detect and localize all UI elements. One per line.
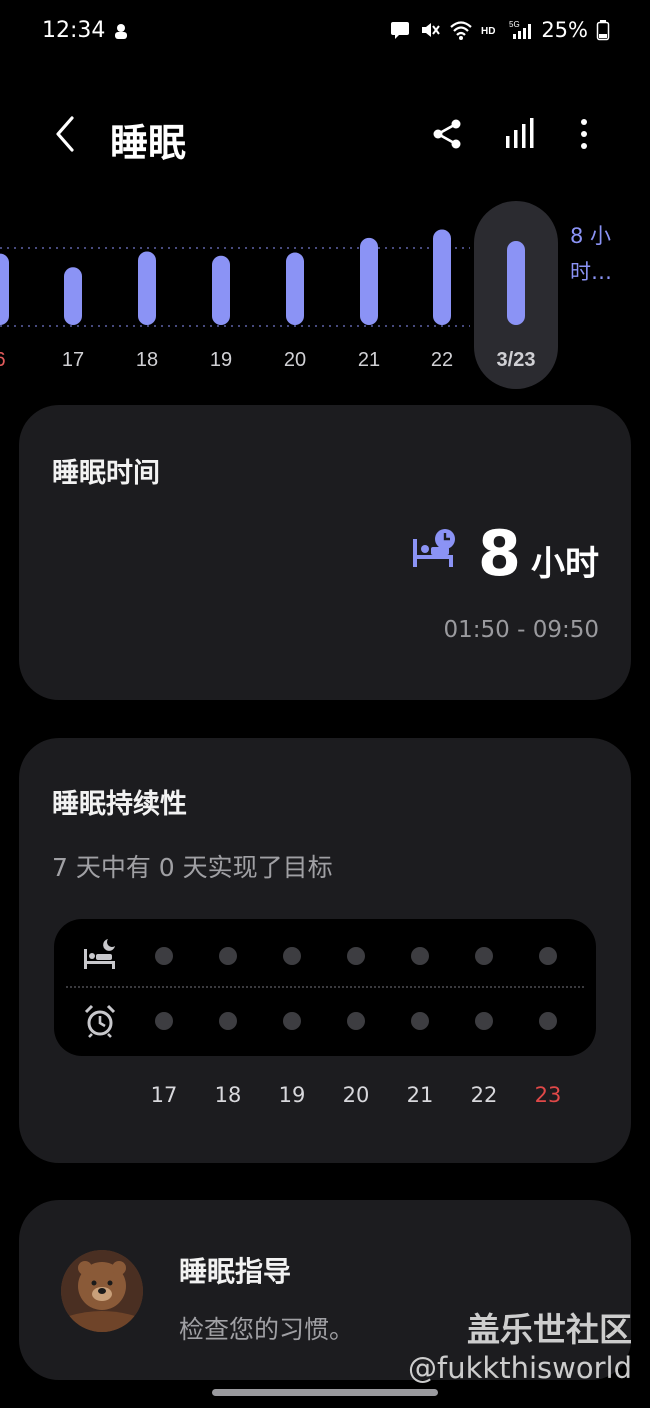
- share-icon[interactable]: [428, 114, 468, 154]
- consistency-day-label: 19: [278, 1083, 306, 1107]
- chart-day-label[interactable]: 17: [62, 349, 84, 371]
- sleep-duration-value: 8: [477, 517, 521, 590]
- chart-day-label[interactable]: 22: [431, 349, 453, 371]
- watermark-community: 盖乐世社区: [467, 1310, 632, 1349]
- status-time: 12:34: [42, 18, 106, 43]
- chart-icon[interactable]: [500, 114, 540, 154]
- status-bar: 12:34 HD 5G 25%: [0, 0, 650, 64]
- consistency-grid: [54, 919, 596, 1056]
- notification-icon: [115, 24, 127, 39]
- coaching-subtitle: 检查您的习惯。: [179, 1315, 355, 1344]
- consistency-title: 睡眠持续性: [52, 789, 187, 820]
- sleep-duration-unit: 小时: [531, 544, 599, 584]
- consistency-dot: [411, 1012, 429, 1030]
- back-icon[interactable]: [48, 114, 84, 154]
- chart-day-label[interactable]: 3/23: [497, 349, 536, 371]
- app-header: 睡眠: [0, 96, 650, 176]
- consistency-dot: [219, 947, 237, 965]
- sleep-bar-chart[interactable]: 6 17 18 19 20 21 22 3/23: [0, 200, 650, 390]
- sleep-bar[interactable]: [212, 255, 230, 325]
- watermark-user: @fukkthisworld: [408, 1351, 632, 1385]
- battery-percent: 25%: [541, 18, 588, 42]
- consistency-day-label: 23: [534, 1083, 562, 1107]
- sleep-time-card[interactable]: 睡眠时间 8 小时 01:50 - 09:50: [19, 405, 631, 700]
- sleep-bar[interactable]: [64, 267, 82, 325]
- sleep-bar[interactable]: [0, 253, 9, 325]
- consistency-dot: [347, 1012, 365, 1030]
- goal-label: 8 小时…: [570, 224, 612, 284]
- mute-icon: [422, 23, 441, 37]
- consistency-dot: [283, 1012, 301, 1030]
- chart-day-label[interactable]: 18: [136, 349, 158, 371]
- sleep-bar[interactable]: [286, 252, 304, 325]
- consistency-dot: [283, 947, 301, 965]
- wifi-icon: [450, 21, 473, 40]
- hd-icon: HD: [481, 26, 495, 37]
- message-icon: [391, 22, 410, 39]
- page-title: 睡眠: [110, 121, 187, 165]
- consistency-day-label: 22: [470, 1083, 498, 1107]
- signal-5g-icon: 5G: [509, 20, 532, 39]
- battery-icon: [596, 20, 610, 41]
- chart-day-label[interactable]: 21: [358, 349, 380, 371]
- sleep-bar[interactable]: [507, 241, 525, 325]
- bed-icon: [84, 939, 115, 969]
- consistency-dot: [347, 947, 365, 965]
- consistency-dot: [155, 1012, 173, 1030]
- sleep-duration: 8 小时: [478, 517, 599, 590]
- consistency-day-label: 20: [342, 1083, 370, 1107]
- svg-text:5G: 5G: [509, 20, 520, 29]
- row-separator: [66, 986, 584, 988]
- bear-icon: [61, 1250, 143, 1332]
- bed-clock-icon: [413, 529, 455, 567]
- consistency-dot: [219, 1012, 237, 1030]
- sleep-time-range: 01:50 - 09:50: [443, 617, 600, 643]
- sleep-consistency-card[interactable]: 睡眠持续性 7 天中有 0 天实现了目标 17 18 19 20 21 22 23: [19, 738, 631, 1163]
- coaching-title: 睡眠指导: [179, 1255, 292, 1288]
- sleep-bar[interactable]: [433, 229, 451, 325]
- chart-day-label[interactable]: 20: [284, 349, 306, 371]
- consistency-dot: [411, 947, 429, 965]
- bear-avatar: [61, 1250, 143, 1332]
- sleep-time-title: 睡眠时间: [52, 458, 160, 489]
- chart-day-label[interactable]: 6: [0, 349, 6, 371]
- consistency-dot: [475, 947, 493, 965]
- svg-text:HD: HD: [481, 26, 495, 37]
- sleep-history-chart[interactable]: 6 17 18 19 20 21 22 3/23 8 小时…: [0, 200, 650, 390]
- consistency-dot: [155, 947, 173, 965]
- chart-day-label[interactable]: 19: [210, 349, 232, 371]
- alarm-icon: [84, 1004, 116, 1038]
- home-indicator[interactable]: [212, 1389, 438, 1396]
- consistency-subtitle: 7 天中有 0 天实现了目标: [52, 853, 333, 882]
- consistency-day-label: 17: [150, 1083, 178, 1107]
- more-icon[interactable]: [564, 114, 604, 154]
- consistency-dot: [475, 1012, 493, 1030]
- consistency-dot: [539, 1012, 557, 1030]
- status-icons: HD 5G 25%: [389, 18, 610, 42]
- consistency-day-label: 18: [214, 1083, 242, 1107]
- consistency-dot: [539, 947, 557, 965]
- sleep-bar[interactable]: [138, 251, 156, 326]
- consistency-day-label: 21: [406, 1083, 434, 1107]
- sleep-bar[interactable]: [360, 237, 378, 325]
